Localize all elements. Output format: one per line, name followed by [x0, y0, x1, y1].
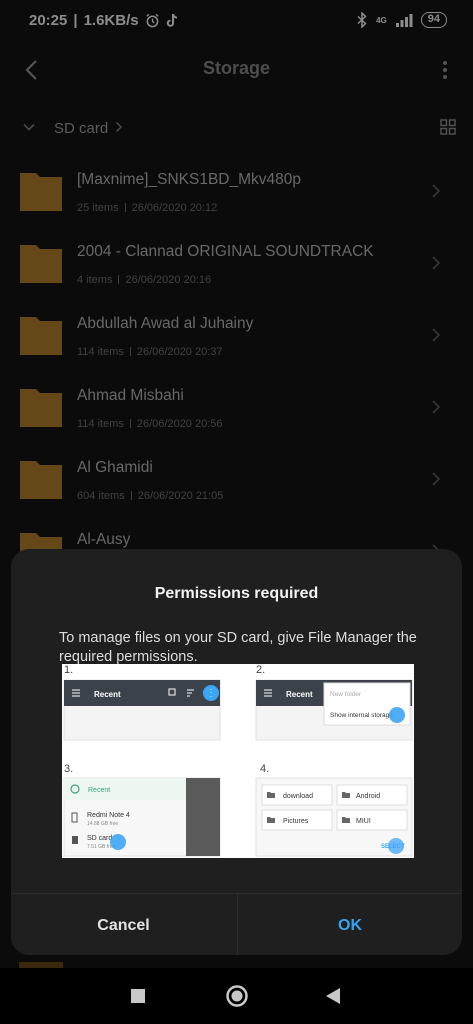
recents-square-icon[interactable]	[130, 988, 146, 1004]
permissions-dialog: Permissions required To manage files on …	[11, 549, 462, 955]
ok-button[interactable]: OK	[237, 894, 462, 955]
guide-step-1: 1.	[64, 664, 73, 676]
back-triangle-icon[interactable]	[325, 987, 341, 1005]
guide-recent-item: Recent	[88, 787, 110, 794]
guide-recent-title-2: Recent	[286, 690, 313, 699]
dialog-buttons: Cancel OK	[11, 893, 462, 955]
dialog-title: Permissions required	[154, 585, 319, 602]
dialog-message: To manage files on your SD card, give Fi…	[59, 630, 417, 665]
guide-show-internal: Show internal storage	[330, 712, 393, 719]
guide-android: Android	[356, 793, 380, 800]
guide-redmi: Redmi Note 4	[87, 812, 130, 819]
guide-recent-title: Recent	[94, 690, 121, 699]
cancel-button[interactable]: Cancel	[11, 894, 236, 955]
guide-step-2: 2.	[256, 664, 265, 676]
guide-download: download	[283, 793, 313, 800]
system-nav-bar	[0, 968, 473, 1024]
guide-sd-card: SD card	[87, 835, 112, 842]
guide-step-4: 4.	[260, 763, 269, 775]
guide-miui: MIUI	[356, 818, 371, 825]
guide-pictures: Pictures	[283, 818, 309, 825]
guide-redmi-free: 14.88 GB free	[87, 821, 118, 827]
guide-new-folder: New folder	[330, 691, 362, 698]
guide-step-3: 3.	[64, 763, 73, 775]
permission-guide-illustration: 1. 2. 3. 4. Recent Recent New folder Sho…	[62, 664, 414, 858]
home-circle-icon[interactable]	[225, 984, 249, 1008]
